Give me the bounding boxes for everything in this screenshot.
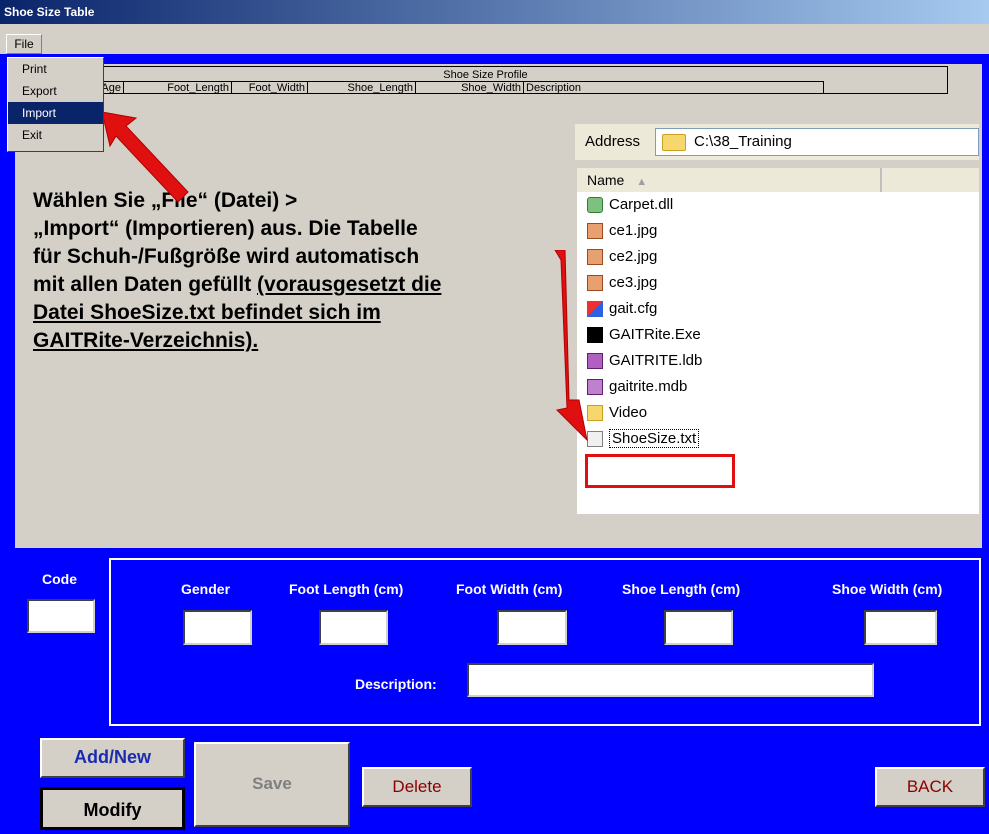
instruction-line: Datei ShoeSize.txt befindet sich im xyxy=(33,301,381,324)
address-bar: Address C:\38_Training xyxy=(575,124,979,160)
delete-button[interactable]: Delete xyxy=(362,767,472,807)
foot-width-label: Foot Width (cm) xyxy=(456,581,563,597)
description-field[interactable] xyxy=(467,663,874,697)
name-column-header[interactable]: Name ▲ xyxy=(577,168,882,192)
file-menu[interactable]: File xyxy=(6,34,42,54)
add-new-button[interactable]: Add/New xyxy=(40,738,185,778)
shoe-width-field[interactable] xyxy=(864,610,937,645)
menu-bar xyxy=(0,24,989,54)
instruction-line: mit allen Daten gefüllt (vorausgesetzt d… xyxy=(33,273,442,296)
grid-header-foot-length[interactable]: Foot_Length xyxy=(124,81,232,93)
instruction-line: GAITRite-Verzeichnis). xyxy=(33,329,259,352)
explorer-window: Address C:\38_Training Name ▲ Carpet.dll… xyxy=(575,110,979,520)
menu-item-import[interactable]: Import xyxy=(8,102,103,124)
file-name: ce2.jpg xyxy=(609,248,658,265)
image-file-icon xyxy=(587,223,603,239)
code-label: Code xyxy=(42,571,77,587)
name-column-label: Name xyxy=(587,172,625,188)
address-field[interactable]: C:\38_Training xyxy=(655,128,979,156)
folder-icon xyxy=(662,134,686,151)
save-button[interactable]: Save xyxy=(194,742,350,827)
file-name: gait.cfg xyxy=(609,300,658,317)
file-list: Carpet.dll ce1.jpg ce2.jpg ce3.jpg gait.… xyxy=(577,192,945,514)
address-value: C:\38_Training xyxy=(694,133,792,150)
foot-length-field[interactable] xyxy=(319,610,388,645)
shoe-width-label: Shoe Width (cm) xyxy=(832,581,943,597)
menu-item-export[interactable]: Export xyxy=(8,80,103,102)
menu-item-print[interactable]: Print xyxy=(8,58,103,80)
sort-up-icon: ▲ xyxy=(636,176,648,188)
shoe-size-grid[interactable]: Shoe Size Profile ender_Age Foot_Length … xyxy=(23,66,948,94)
file-name: ShoeSize.txt xyxy=(609,429,700,448)
file-list-header: Name ▲ xyxy=(577,168,979,193)
highlight-box xyxy=(585,454,735,488)
instruction-text: Wählen Sie „File“ (Datei) > „Import“ (Im… xyxy=(33,187,553,355)
grid-title: Shoe Size Profile xyxy=(443,69,528,81)
menu-item-exit[interactable]: Exit xyxy=(8,124,103,146)
arrow-to-import-icon xyxy=(101,111,189,203)
file-item-ce1[interactable]: ce1.jpg xyxy=(587,218,657,244)
file-name: GAITRITE.ldb xyxy=(609,352,703,369)
grid-header-shoe-width[interactable]: Shoe_Width xyxy=(416,81,524,93)
shoe-length-label: Shoe Length (cm) xyxy=(622,581,741,597)
window-title: Shoe Size Table xyxy=(0,0,989,24)
back-button[interactable]: BACK xyxy=(875,767,985,807)
file-item-carpet[interactable]: Carpet.dll xyxy=(587,192,673,218)
grid-header-foot-width[interactable]: Foot_Width xyxy=(232,81,308,93)
file-name: ce3.jpg xyxy=(609,274,658,291)
instruction-line: für Schuh-/Fußgröße wird automatisch xyxy=(33,245,420,268)
file-list-scroll-area[interactable] xyxy=(945,192,979,514)
file-name: Video xyxy=(609,404,648,421)
gender-label: Gender xyxy=(181,581,231,597)
description-label: Description: xyxy=(355,676,437,692)
file-name: Carpet.dll xyxy=(609,196,674,213)
file-name: ce1.jpg xyxy=(609,222,658,239)
foot-length-label: Foot Length (cm) xyxy=(289,581,404,597)
code-field[interactable] xyxy=(27,599,95,633)
gender-field[interactable] xyxy=(183,610,252,645)
arrow-to-shoesize-icon xyxy=(554,250,588,442)
file-name: GAITRite.Exe xyxy=(609,326,701,343)
foot-width-field[interactable] xyxy=(497,610,567,645)
shoe-length-field[interactable] xyxy=(664,610,733,645)
grid-header-description[interactable]: Description xyxy=(524,81,824,93)
instruction-line: „Import“ (Importieren) aus. Die Tabelle xyxy=(33,217,418,240)
address-label: Address xyxy=(585,133,641,150)
grid-header-shoe-length[interactable]: Shoe_Length xyxy=(308,81,416,93)
grid-header-row: ender_Age Foot_Length Foot_Width Shoe_Le… xyxy=(24,81,947,93)
file-menu-dropdown: Print Export Import Exit xyxy=(7,57,104,152)
dll-icon xyxy=(587,197,603,213)
file-name: gaitrite.mdb xyxy=(609,378,688,395)
modify-button[interactable]: Modify xyxy=(40,787,185,830)
